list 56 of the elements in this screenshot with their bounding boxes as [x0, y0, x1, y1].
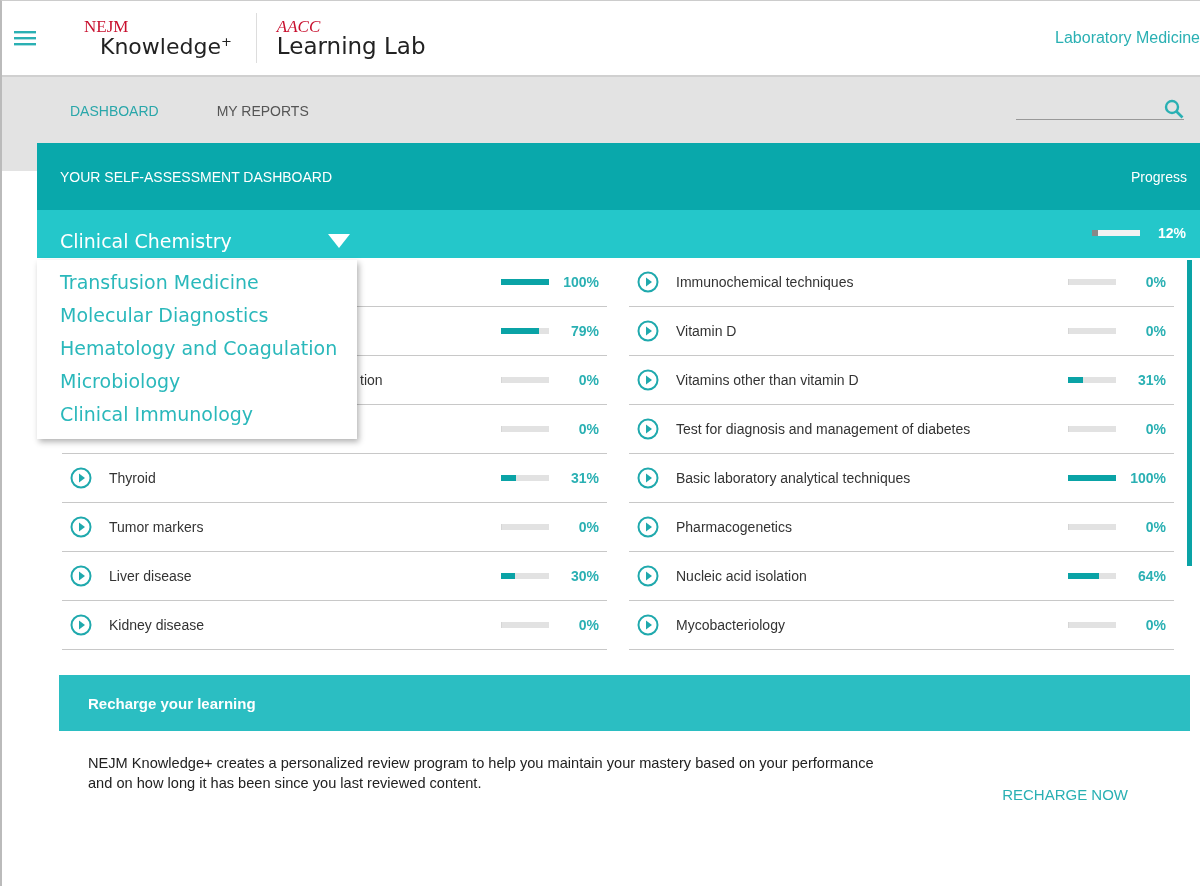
recharge-title: Recharge your learning: [88, 694, 256, 712]
nav-tab[interactable]: MY REPORTS: [212, 101, 313, 121]
scrollbar[interactable]: [1187, 260, 1192, 566]
menu-icon[interactable]: [14, 30, 36, 46]
logo-title: Knowledge$^{+}$: [99, 34, 232, 59]
play-icon[interactable]: [637, 565, 659, 587]
play-icon[interactable]: [70, 565, 92, 587]
progress-reading: 0%: [1144, 421, 1166, 437]
topic-name[interactable]: Tumor markers: [109, 519, 204, 535]
progress-reading: 100%: [562, 274, 599, 290]
progress-label: Progress: [1130, 168, 1187, 185]
progress-reading: 31%: [569, 470, 599, 486]
topic-name[interactable]: Liver disease: [109, 568, 192, 584]
play-icon[interactable]: [70, 614, 92, 636]
recharge-text: NEJM Knowledge+ creates a personalized review program to help you maintain your mastery based on your performance and on how long it has been since you last reviewed content.: [88, 754, 875, 793]
topic-name[interactable]: Basic laboratory analytical techniques: [676, 470, 911, 486]
topic-name[interactable]: Mycobacteriology: [676, 617, 785, 633]
play-icon[interactable]: [637, 369, 659, 391]
play-icon[interactable]: [637, 320, 659, 342]
progress-reading: 64%: [1136, 568, 1166, 584]
progress-reading: 30%: [569, 568, 599, 584]
topic-name[interactable]: Vitamins other than vitamin D: [676, 372, 859, 388]
play-icon[interactable]: [70, 516, 92, 538]
logo-title: Learning Lab: [276, 35, 426, 58]
search-field[interactable]: [1016, 99, 1184, 120]
logo-subtitle: AACC: [276, 18, 322, 35]
play-icon[interactable]: [637, 418, 659, 440]
topic-name[interactable]: Vitamin D: [676, 323, 737, 339]
progress-reading: 79%: [569, 323, 599, 339]
progress-reading: 0%: [577, 372, 599, 388]
progress-reading: 31%: [1136, 372, 1166, 388]
progress-reading: 0%: [1144, 519, 1166, 535]
play-icon[interactable]: [637, 516, 659, 538]
topic-name[interactable]: Kidney disease: [109, 617, 204, 633]
play-icon[interactable]: [637, 271, 659, 293]
progress-reading: 0%: [1144, 617, 1166, 633]
topic-name[interactable]: Pharmacogenetics: [676, 519, 792, 535]
search-icon[interactable]: [1164, 99, 1184, 119]
progress-reading: 0%: [577, 519, 599, 535]
progress-reading: 12%: [1157, 225, 1186, 241]
progress-reading: 0%: [1144, 274, 1166, 290]
play-icon[interactable]: [70, 467, 92, 489]
logo-subtitle: NEJM: [84, 17, 130, 35]
play-icon[interactable]: [637, 467, 659, 489]
progress-reading: 0%: [577, 617, 599, 633]
topic-name[interactable]: Test for diagnosis and management of diabetes: [676, 421, 971, 437]
topic-name: tion: [360, 372, 383, 388]
topic-name[interactable]: Immunochemical techniques: [676, 274, 854, 290]
progress-reading: 0%: [1144, 323, 1166, 339]
progress-reading: 100%: [1129, 470, 1166, 486]
topic-name[interactable]: Thyroid: [109, 470, 156, 486]
play-icon[interactable]: [637, 614, 659, 636]
progress-reading: 0%: [577, 421, 599, 437]
topic-name[interactable]: Nucleic acid isolation: [676, 568, 807, 584]
caret-icon: [327, 234, 350, 248]
dashboard-title: YOUR SELF-ASSESSMENT DASHBOARD: [60, 168, 333, 185]
